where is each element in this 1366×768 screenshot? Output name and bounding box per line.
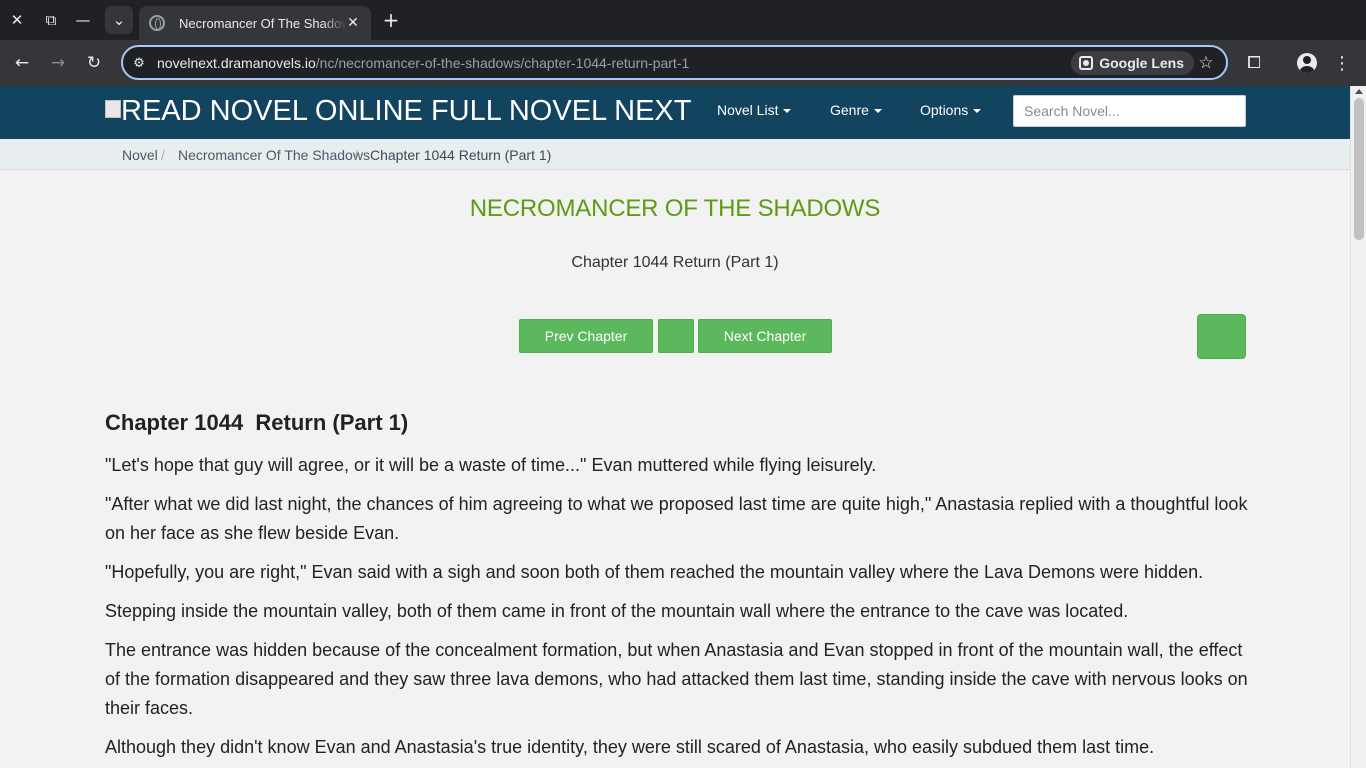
reload-icon[interactable]: ↻: [80, 49, 108, 77]
browser-tab-bar: ✕ ⧉ — ⌄ Necromancer Of The Shadows ✕ +: [0, 0, 1366, 40]
search-input[interactable]: [1013, 95, 1246, 127]
profile-avatar-icon: [1297, 53, 1317, 73]
chapter-content: Chapter 1044 Return (Part 1) "Let's hope…: [105, 410, 1250, 768]
caret-down-icon: [973, 109, 982, 114]
breadcrumb: Novel / Necromancer Of The Shadows / Cha…: [0, 139, 1350, 170]
novel-title-link[interactable]: NECROMANCER OF THE SHADOWS: [0, 195, 1350, 223]
lens-icon: [1079, 56, 1094, 70]
scrollbar-thumb[interactable]: [1354, 98, 1364, 240]
page-viewport: READ NOVEL ONLINE FULL NOVEL NEXT Novel …: [0, 86, 1350, 768]
breadcrumb-novel[interactable]: Novel: [122, 147, 158, 163]
chapter-list-button[interactable]: [658, 319, 694, 353]
forward-icon[interactable]: →: [44, 49, 72, 77]
prev-chapter-button[interactable]: Prev Chapter: [519, 319, 653, 353]
profile-button[interactable]: [1293, 49, 1321, 77]
broken-image-icon: [105, 99, 121, 118]
breadcrumb-separator: /: [354, 147, 358, 163]
chapter-paragraph: "After what we did last night, the chanc…: [105, 494, 1248, 543]
scroll-up-arrow-icon[interactable]: [1355, 89, 1363, 94]
minimize-window-icon[interactable]: —: [69, 6, 97, 34]
url-text[interactable]: novelnext.dramanovels.io/nc/necromancer-…: [157, 55, 689, 71]
breadcrumb-novel-title[interactable]: Necromancer Of The Shadows: [178, 147, 370, 163]
site-logo-alt-text: READ NOVEL ONLINE FULL NOVEL NEXT: [121, 95, 692, 127]
page-scrollbar[interactable]: [1350, 86, 1366, 768]
chapter-paragraph: Stepping inside the mountain valley, bot…: [105, 601, 1129, 621]
chapter-paragraph: Although they didn't know Evan and Anast…: [105, 737, 1155, 757]
tab-search-chevron-icon[interactable]: ⌄: [105, 6, 133, 34]
chapter-subtitle: Chapter 1044 Return (Part 1): [571, 254, 779, 271]
chapter-paragraph: "Hopefully, you are right," Evan said wi…: [105, 562, 1204, 582]
kebab-menu-icon[interactable]: ⋮: [1328, 49, 1356, 77]
breadcrumb-separator: /: [161, 147, 165, 163]
url-host: novelnext.dramanovels.io: [157, 55, 316, 71]
tab-active[interactable]: Necromancer Of The Shadows ✕: [139, 6, 371, 40]
nav-novel-list-label: Novel List: [717, 102, 779, 118]
extensions-icon[interactable]: ⧠: [1240, 49, 1268, 77]
google-lens-label: Google Lens: [1099, 55, 1184, 71]
url-path: /nc/necromancer-of-the-shadows/chapter-1…: [315, 55, 690, 71]
site-navbar: READ NOVEL ONLINE FULL NOVEL NEXT Novel …: [0, 86, 1350, 139]
nav-options-label: Options: [920, 102, 969, 118]
nav-options[interactable]: Options: [920, 102, 982, 118]
nav-genre-label: Genre: [830, 102, 869, 118]
nav-genre[interactable]: Genre: [830, 102, 882, 118]
tab-title: Necromancer Of The Shadows: [179, 15, 347, 31]
back-icon[interactable]: ←: [8, 49, 36, 77]
address-bar[interactable]: ⚙ novelnext.dramanovels.io/nc/necromance…: [121, 45, 1228, 80]
nav-novel-list[interactable]: Novel List: [717, 102, 792, 118]
chapter-paragraph: "Let's hope that guy will agree, or it w…: [105, 455, 877, 475]
settings-toggle-button[interactable]: [1197, 314, 1246, 359]
google-lens-button[interactable]: Google Lens: [1071, 51, 1194, 75]
browser-toolbar: ← → ↻ ⚙ novelnext.dramanovels.io/nc/necr…: [0, 40, 1366, 86]
globe-icon: [149, 15, 165, 31]
site-logo-link[interactable]: READ NOVEL ONLINE FULL NOVEL NEXT: [105, 95, 691, 128]
next-chapter-button[interactable]: Next Chapter: [698, 319, 832, 353]
tab-close-icon[interactable]: ✕: [343, 13, 363, 33]
chapter-heading: Chapter 1044 Return (Part 1): [105, 410, 409, 435]
close-window-icon[interactable]: ✕: [3, 6, 31, 34]
site-info-icon[interactable]: ⚙: [129, 53, 149, 73]
new-tab-icon[interactable]: +: [377, 6, 405, 34]
chapter-paragraph: The entrance was hidden because of the c…: [105, 640, 1248, 718]
breadcrumb-current-chapter: Chapter 1044 Return (Part 1): [370, 147, 552, 163]
restore-window-icon[interactable]: ⧉: [37, 6, 65, 34]
caret-down-icon: [783, 109, 792, 114]
caret-down-icon: [873, 109, 882, 114]
bookmark-star-icon[interactable]: ☆: [1194, 51, 1218, 75]
